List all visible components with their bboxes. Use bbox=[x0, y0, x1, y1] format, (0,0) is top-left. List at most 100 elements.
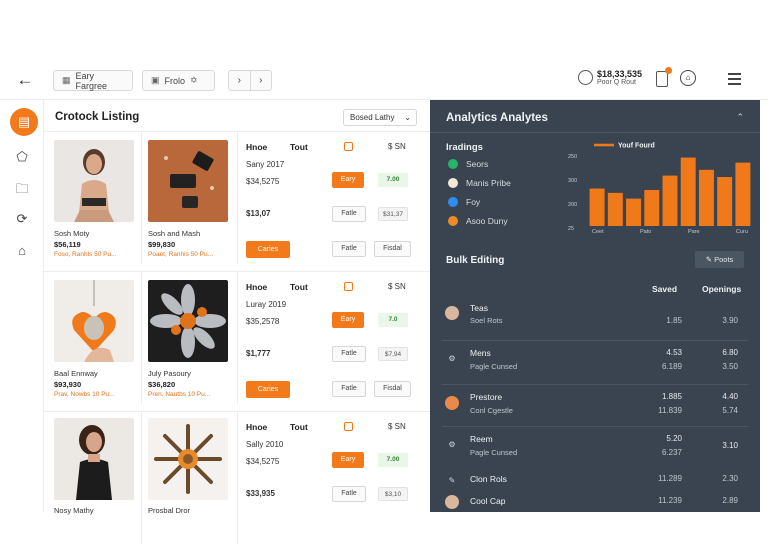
chevron-up-icon[interactable]: ⌃ bbox=[736, 112, 744, 123]
y-tick-label: 25 bbox=[568, 226, 574, 232]
caries-button[interactable]: Caries bbox=[246, 381, 290, 398]
detail-amount: $35,2578 bbox=[246, 317, 280, 326]
edit-button[interactable]: Eary bbox=[332, 452, 364, 468]
bar-chart: 250 300 200 25 Youf Fourd Ceet Pato Pare Curu bbox=[568, 143, 751, 235]
shoe-icon: ⚙ bbox=[448, 354, 456, 363]
table-row[interactable]: Teas Soel Rots 1.85 3.90 bbox=[442, 299, 748, 329]
chart-bar[interactable] bbox=[698, 169, 714, 226]
detail-currency: $ SN bbox=[388, 282, 406, 291]
product-image-sunburst[interactable] bbox=[148, 418, 228, 500]
y-tick-label: 200 bbox=[568, 202, 577, 208]
table-row[interactable]: ⚙ Mens Pagle Cunsed 4.53 6.189 6.80 3.50 bbox=[442, 340, 748, 380]
legend-title: Iradings bbox=[446, 142, 483, 153]
product-image-flower[interactable] bbox=[148, 280, 228, 362]
product-subtitle: Prav, Nowbs 10 Pu... bbox=[54, 391, 115, 398]
row-saved-sub: 11.839 bbox=[658, 406, 682, 415]
chart-bar[interactable] bbox=[644, 190, 660, 226]
sort-select[interactable]: Bosed Lathy ⌄ bbox=[343, 109, 417, 126]
refresh-icon[interactable]: ⟳ bbox=[11, 208, 33, 230]
pentagon-icon[interactable]: ⬠ bbox=[11, 146, 33, 168]
product-detail: Hnoe Tout $ SN Luray 2019 $35,2578 Eary … bbox=[240, 272, 430, 404]
row-openings: 3.10 bbox=[722, 441, 738, 450]
folder-icon[interactable]: 🗀 bbox=[11, 178, 33, 200]
chart-bar[interactable] bbox=[662, 175, 678, 226]
fatle-button[interactable]: Fatle bbox=[332, 241, 366, 257]
filter-button[interactable]: ▦ Eary Fargree bbox=[53, 70, 133, 91]
table-row[interactable]: ✎ Clon Rols 11.289 2.30 bbox=[442, 470, 748, 492]
back-arrow-icon[interactable]: ← bbox=[14, 70, 36, 90]
product-detail: Hnoe Tout $ SN Sally 2010 $34,5275 Eary … bbox=[240, 412, 430, 544]
row-saved: 1.85 bbox=[666, 316, 682, 325]
detail-amount: $34,5275 bbox=[246, 177, 280, 186]
fatle-button[interactable]: Fatle bbox=[332, 486, 366, 502]
detail-currency: $ SN bbox=[388, 422, 406, 431]
product-name: Sosh and Mash bbox=[148, 229, 201, 238]
legend-item: Manis Pribe bbox=[448, 178, 511, 188]
chart-bar[interactable] bbox=[589, 188, 605, 226]
product-image-model[interactable] bbox=[54, 418, 134, 500]
product-subtitle: Pren, Nautbs 10 Pu... bbox=[148, 391, 211, 398]
product-image-pendant[interactable] bbox=[54, 280, 134, 362]
next-arrow-icon[interactable]: › bbox=[251, 71, 272, 90]
x-tick-label: Curu bbox=[736, 229, 748, 235]
chart-bar[interactable] bbox=[680, 157, 696, 226]
listing-title: Crotock Listing bbox=[55, 111, 140, 123]
chart-bar[interactable] bbox=[607, 192, 623, 226]
row-openings: 3.90 bbox=[722, 316, 738, 325]
row-title: Prestore bbox=[470, 392, 503, 402]
clipboard-icon[interactable]: ▤ bbox=[10, 108, 38, 136]
detail-price: $33,935 bbox=[246, 489, 275, 498]
app-window: ← ▦ Eary Fargree ▣ Frolo ✡ › › $18,33,53… bbox=[0, 60, 768, 544]
legend-swatch bbox=[448, 178, 458, 188]
legend-label: Foy bbox=[466, 197, 481, 207]
user-avatar-icon bbox=[578, 70, 593, 85]
left-sidebar: ▤ ⬠ 🗀 ⟳ ⌂ bbox=[0, 100, 44, 512]
fisdal-button[interactable]: Fisdal bbox=[374, 241, 411, 257]
product-price: $36,820 bbox=[148, 380, 176, 389]
frame-button[interactable]: ▣ Frolo ✡ bbox=[142, 70, 215, 91]
product-detail: Hnoe Tout $ SN Sany 2017 $34,5275 Eary 7… bbox=[240, 132, 430, 264]
detail-currency: $ SN bbox=[388, 142, 406, 151]
table-row[interactable]: ⚙ Reem Pagle Cunsed 5.20 6.237 3.10 bbox=[442, 426, 748, 468]
fatle-button[interactable]: Fatle bbox=[332, 346, 366, 362]
grid-icon: ▦ bbox=[62, 75, 71, 85]
legend-item: Seors bbox=[448, 159, 488, 169]
product-image-woman[interactable] bbox=[54, 140, 134, 222]
chart-bar[interactable] bbox=[735, 162, 751, 226]
pager-arrows: › › bbox=[228, 70, 272, 91]
legend-item: Asoo Duny bbox=[448, 216, 508, 226]
row-saved-sub: 6.189 bbox=[661, 362, 682, 371]
row-openings: 2.30 bbox=[722, 474, 738, 483]
detail-price: $1,777 bbox=[246, 349, 271, 358]
edit-button[interactable]: Eary bbox=[332, 312, 364, 328]
tag-icon bbox=[344, 142, 353, 151]
posts-button[interactable]: ✎ Poots bbox=[695, 251, 744, 268]
account-summary[interactable]: $18,33,535 Poor Q Rout bbox=[578, 69, 642, 86]
edit-button[interactable]: Eary bbox=[332, 172, 364, 188]
legend-swatch bbox=[448, 159, 458, 169]
fatle-button[interactable]: Fatle bbox=[332, 381, 366, 397]
product-row: Nosy Mathy Prosbal Dror Hnoe Tout $ SN S… bbox=[44, 411, 430, 544]
fatle-button[interactable]: Fatle bbox=[332, 206, 366, 222]
column-header-saved: Saved bbox=[652, 284, 678, 294]
store-icon[interactable]: ⌂ bbox=[11, 240, 33, 262]
prev-arrow-icon[interactable]: › bbox=[229, 71, 251, 90]
row-openings: 6.80 bbox=[722, 348, 738, 357]
fisdal-button[interactable]: Fisdal bbox=[374, 381, 411, 397]
detail-header-name: Hnoe bbox=[246, 282, 268, 292]
chart-bar[interactable] bbox=[626, 198, 642, 226]
product-image-bracelets[interactable] bbox=[148, 140, 228, 222]
row-subtitle: Conl Cgestle bbox=[470, 406, 513, 415]
chart-bar[interactable] bbox=[717, 177, 733, 226]
notification-dot bbox=[665, 67, 672, 74]
menu-icon[interactable] bbox=[728, 73, 741, 88]
table-row[interactable]: Cool Cap 11.239 2.89 bbox=[442, 492, 748, 512]
caries-button[interactable]: Caries bbox=[246, 241, 290, 258]
detail-price: $13,07 bbox=[246, 209, 271, 218]
home-icon[interactable]: ⌂ bbox=[680, 70, 696, 86]
y-tick-label: 300 bbox=[568, 178, 577, 184]
table-row[interactable]: Prestore Conl Cgestle 1.885 11.839 4.40 … bbox=[442, 384, 748, 426]
x-tick-label: Ceet bbox=[592, 229, 604, 235]
product-price: $56,119 bbox=[54, 240, 81, 249]
cart-icon[interactable] bbox=[656, 67, 672, 87]
